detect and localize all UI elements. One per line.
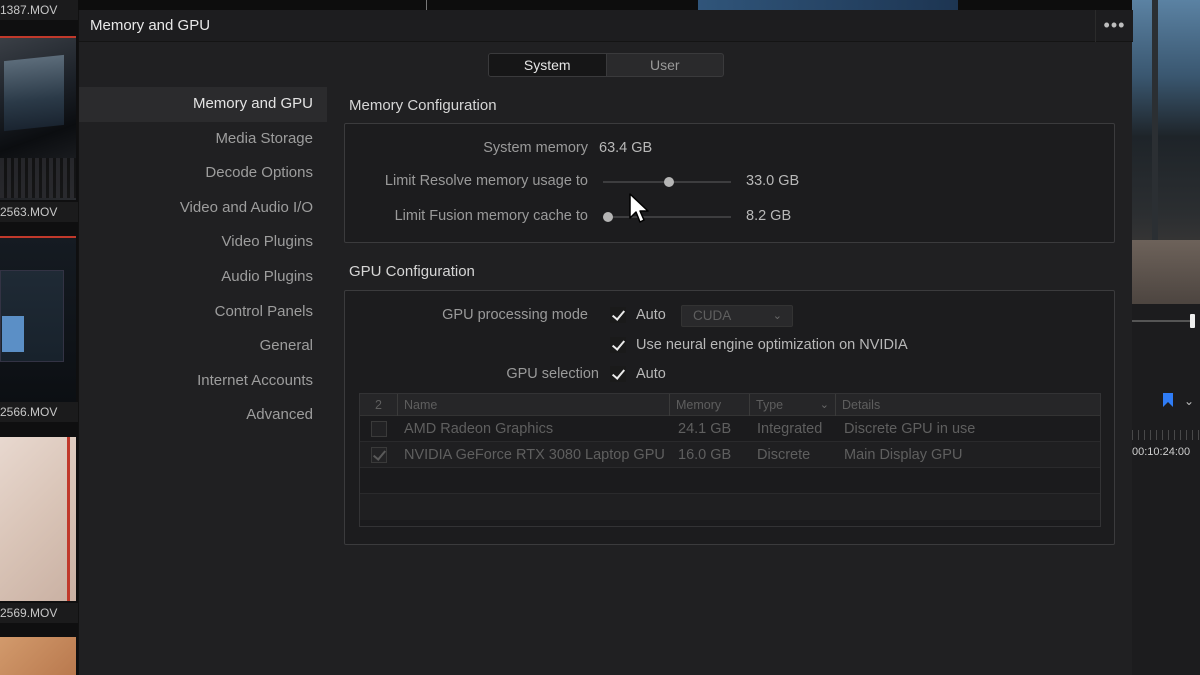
resolve-memory-slider-knob[interactable] (664, 177, 675, 187)
chevron-down-icon: ⌄ (819, 399, 829, 411)
gpu-processing-mode-value: CUDA (693, 308, 732, 323)
memory-column-header[interactable]: Memory (670, 394, 750, 416)
gpu-type: Integrated (757, 421, 823, 437)
sidebar-item-general[interactable]: General (79, 329, 327, 364)
sidebar-item-decode-options[interactable]: Decode Options (79, 156, 327, 191)
timeline-ruler[interactable] (1132, 430, 1200, 440)
clip-thumbnail[interactable] (0, 437, 76, 601)
memory-panel: System memory 63.4 GB Limit Resolve memo… (344, 123, 1115, 243)
gpu-count-header: 2 (360, 394, 398, 416)
clip-label: 2566.MOV (0, 402, 78, 422)
resolve-limit-value: 33.0 GB (746, 173, 800, 189)
gpu-type: Discrete (757, 447, 811, 463)
gpu-processing-auto-label: Auto (636, 307, 666, 323)
sidebar-item-advanced[interactable]: Advanced (79, 398, 327, 433)
memory-section-title: Memory Configuration (349, 97, 497, 114)
dialog-titlebar: Memory and GPU ••• (79, 10, 1133, 42)
fusion-limit-label: Limit Fusion memory cache to (394, 208, 588, 224)
resolve-memory-slider[interactable] (603, 177, 731, 187)
table-row[interactable]: NVIDIA GeForce RTX 3080 Laptop GPU 16.0 … (360, 442, 1100, 468)
sidebar-item-memory-and-gpu[interactable]: Memory and GPU (79, 87, 327, 122)
clip-thumbnail[interactable] (0, 637, 76, 675)
dialog-title: Memory and GPU (90, 17, 211, 34)
preferences-dialog: Memory and GPU ••• System User Memory an… (78, 10, 1133, 675)
clip-label: 1387.MOV (0, 0, 78, 20)
details-column-header[interactable]: Details (836, 394, 1100, 416)
type-column-label: Type (756, 398, 784, 412)
gpu-memory: 24.1 GB (678, 421, 732, 437)
gpu-selection-label: GPU selection (506, 366, 599, 382)
table-row[interactable]: AMD Radeon Graphics 24.1 GB Integrated D… (360, 416, 1100, 442)
gpu-row-checkbox[interactable] (371, 421, 387, 437)
gpu-processing-mode-label: GPU processing mode (442, 307, 588, 323)
system-memory-label: System memory (483, 140, 588, 156)
gpu-row-checkbox[interactable] (371, 447, 387, 463)
clip-thumbnail[interactable] (0, 36, 76, 200)
viewer-background: ⌄ 00:10:24:00 (1132, 0, 1200, 675)
clip-label: 2569.MOV (0, 603, 78, 623)
gpu-table: 2 Name Memory Type ⌄ Details AMD Radeon … (359, 393, 1101, 527)
sidebar-item-video-plugins[interactable]: Video Plugins (79, 225, 327, 260)
sidebar-item-media-storage[interactable]: Media Storage (79, 122, 327, 157)
fusion-cache-slider[interactable] (603, 212, 731, 222)
gpu-table-header: 2 Name Memory Type ⌄ Details (360, 394, 1100, 416)
viewer-image (1132, 0, 1200, 304)
mouse-cursor-icon (629, 193, 649, 223)
type-column-header[interactable]: Type ⌄ (750, 394, 836, 416)
neural-engine-checkbox[interactable] (610, 337, 626, 353)
system-memory-value: 63.4 GB (599, 140, 653, 156)
preferences-sidebar: Memory and GPU Media Storage Decode Opti… (79, 87, 327, 433)
clip-label: 2563.MOV (0, 202, 78, 222)
sidebar-item-control-panels[interactable]: Control Panels (79, 295, 327, 330)
name-column-header[interactable]: Name (398, 394, 670, 416)
chevron-down-icon[interactable]: ⌄ (1184, 394, 1194, 408)
bookmark-icon[interactable] (1162, 392, 1174, 408)
sidebar-item-video-audio-io[interactable]: Video and Audio I/O (79, 191, 327, 226)
scrub-bar[interactable] (1132, 320, 1192, 322)
gpu-selection-auto-label: Auto (636, 366, 666, 382)
gpu-details: Discrete GPU in use (844, 421, 976, 437)
sidebar-item-audio-plugins[interactable]: Audio Plugins (79, 260, 327, 295)
media-pool-background: 1387.MOV 2563.MOV 2566.MOV 2569.MOV (0, 0, 78, 675)
screen: 1387.MOV 2563.MOV 2566.MOV 2569.MOV ⌄ 00… (0, 0, 1200, 675)
tab-user[interactable]: User (607, 54, 724, 76)
neural-engine-label: Use neural engine optimization on NVIDIA (636, 337, 908, 353)
resolve-limit-label: Limit Resolve memory usage to (384, 173, 588, 189)
gpu-processing-mode-select[interactable]: CUDA ⌄ (681, 305, 793, 327)
system-user-toggle: System User (488, 53, 724, 77)
table-row-empty (360, 494, 1100, 520)
tab-system[interactable]: System (489, 54, 607, 76)
gpu-section-title: GPU Configuration (349, 263, 475, 280)
chevron-down-icon: ⌄ (772, 310, 782, 322)
clip-thumbnail[interactable] (0, 236, 76, 402)
table-row-empty (360, 468, 1100, 494)
timecode: 00:10:24:00 (1132, 446, 1191, 458)
playhead-handle[interactable] (1190, 314, 1195, 328)
gpu-selection-auto-checkbox[interactable] (610, 366, 626, 382)
more-options-icon[interactable]: ••• (1095, 10, 1133, 42)
fusion-cache-slider-knob[interactable] (603, 212, 613, 222)
gpu-processing-auto-checkbox[interactable] (610, 307, 626, 323)
gpu-name: NVIDIA GeForce RTX 3080 Laptop GPU (404, 447, 665, 463)
gpu-name: AMD Radeon Graphics (404, 421, 554, 437)
gpu-details: Main Display GPU (844, 447, 963, 463)
gpu-memory: 16.0 GB (678, 447, 732, 463)
sidebar-item-internet-accounts[interactable]: Internet Accounts (79, 364, 327, 399)
fusion-limit-value: 8.2 GB (746, 208, 792, 224)
